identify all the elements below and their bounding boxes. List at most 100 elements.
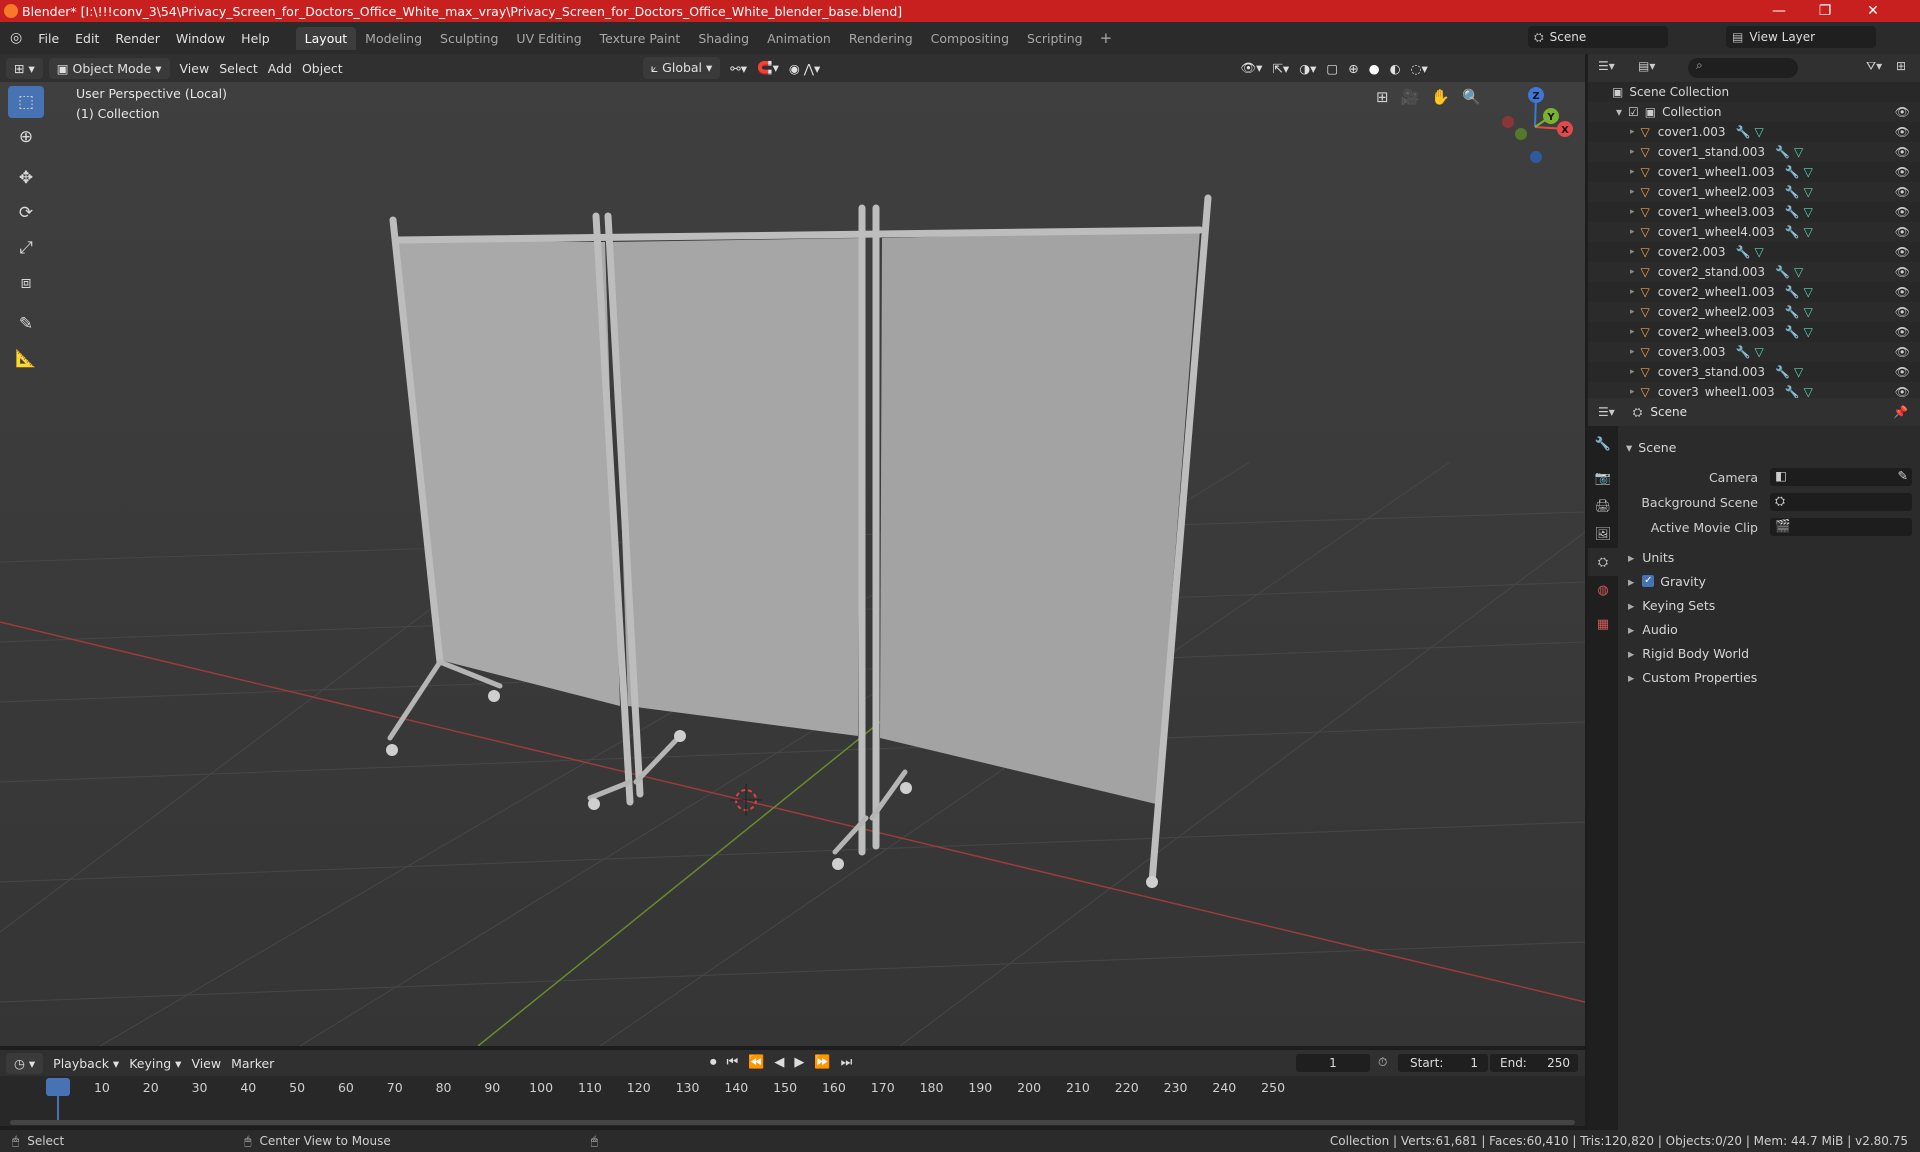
visibility-eye-icon[interactable]: 👁	[1895, 125, 1910, 139]
modifier-wrench-icon[interactable]: 🔧	[1735, 245, 1750, 259]
scene-selector[interactable]: ⛭ Scene	[1528, 26, 1668, 48]
tab-world[interactable]: ◍	[1588, 576, 1618, 604]
tab-uv-editing[interactable]: UV Editing	[507, 27, 590, 50]
display-mode-icon[interactable]: ▤▾	[1638, 59, 1655, 73]
modifier-wrench-icon[interactable]: 🔧	[1785, 225, 1800, 239]
outliner-row-object[interactable]: ▸ ▽ cover1_wheel2.003 🔧 ▽ 👁	[1588, 182, 1920, 202]
expand-arrow-icon[interactable]: ▸	[1630, 307, 1635, 317]
menu-marker[interactable]: Marker	[231, 1056, 274, 1071]
expand-arrow-icon[interactable]: ▸	[1630, 247, 1635, 257]
menu-render[interactable]: Render	[107, 31, 168, 46]
tab-shading[interactable]: Shading	[689, 27, 758, 50]
outliner-row-object[interactable]: ▸ ▽ cover2_wheel1.003 🔧 ▽ 👁	[1588, 282, 1920, 302]
checkbox-icon[interactable]: ☑	[1628, 105, 1639, 119]
outliner-row-object[interactable]: ▸ ▽ cover1_wheel4.003 🔧 ▽ 👁	[1588, 222, 1920, 242]
camera-view-icon[interactable]: 🎥	[1401, 88, 1420, 106]
close-button[interactable]: ✕	[1850, 0, 1896, 22]
menu-timeline-view[interactable]: View	[191, 1056, 221, 1071]
transform-tool[interactable]: ⧈	[8, 267, 44, 299]
visibility-eye-icon[interactable]: 👁	[1895, 265, 1910, 279]
custom-properties-panel[interactable]: ▸ Custom Properties	[1618, 666, 1920, 688]
outliner-row-object[interactable]: ▸ ▽ cover2_wheel2.003 🔧 ▽ 👁	[1588, 302, 1920, 322]
transform-orientation-selector[interactable]: ⟀ Global ▾	[642, 57, 721, 79]
modifier-wrench-icon[interactable]: 🔧	[1785, 325, 1800, 339]
xray-icon[interactable]: ▢	[1326, 61, 1338, 76]
mesh-data-icon[interactable]: ▽	[1804, 225, 1813, 239]
expand-arrow-icon[interactable]: ▾	[1616, 105, 1622, 119]
select-box-tool[interactable]: ⬚	[8, 86, 44, 118]
3d-viewport[interactable]: Z X Y User Perspective (Local) (1) Colle…	[0, 82, 1585, 1046]
start-frame-field[interactable]: Start: 1	[1398, 1054, 1488, 1072]
outliner-row-object[interactable]: ▸ ▽ cover3_wheel1.003 🔧 ▽ 👁	[1588, 382, 1920, 398]
gizmo-toggle-icon[interactable]: ⇱▾	[1272, 61, 1289, 76]
tab-render[interactable]: 📷	[1588, 464, 1618, 492]
mesh-data-icon[interactable]: ▽	[1804, 185, 1813, 199]
menu-help[interactable]: Help	[233, 31, 278, 46]
shading-rendered-icon[interactable]: ◌▾	[1411, 61, 1428, 76]
mesh-data-icon[interactable]: ▽	[1804, 285, 1813, 299]
grid-view-icon[interactable]: ⊞	[1376, 88, 1389, 106]
menu-add[interactable]: Add	[268, 61, 292, 76]
expand-arrow-icon[interactable]: ▸	[1630, 387, 1635, 397]
modifier-wrench-icon[interactable]: 🔧	[1785, 285, 1800, 299]
outliner-row-object[interactable]: ▸ ▽ cover2_stand.003 🔧 ▽ 👁	[1588, 262, 1920, 282]
filter-icon[interactable]: ⛛▾	[1866, 59, 1882, 74]
modifier-wrench-icon[interactable]: 🔧	[1785, 185, 1800, 199]
visibility-eye-icon[interactable]: 👁	[1895, 365, 1910, 379]
mesh-data-icon[interactable]: ▽	[1804, 305, 1813, 319]
expand-arrow-icon[interactable]: ▸	[1630, 207, 1635, 217]
outliner-row-object[interactable]: ▸ ▽ cover1.003 🔧 ▽ 👁	[1588, 122, 1920, 142]
outliner-row-scene-collection[interactable]: ▣ Scene Collection	[1588, 82, 1920, 102]
expand-arrow-icon[interactable]: ▸	[1630, 227, 1635, 237]
menu-file[interactable]: File	[30, 31, 67, 46]
properties-editor-type-icon[interactable]: ☰▾	[1598, 405, 1615, 419]
record-icon[interactable]: ⏺	[710, 1055, 717, 1070]
menu-playback[interactable]: Playback ▾	[53, 1056, 119, 1071]
mesh-data-icon[interactable]: ▽	[1804, 205, 1813, 219]
outliner-row-object[interactable]: ▸ ▽ cover3.003 🔧 ▽ 👁	[1588, 342, 1920, 362]
visibility-eye-icon[interactable]: 👁	[1895, 205, 1910, 219]
outliner-row-object[interactable]: ▸ ▽ cover2.003 🔧 ▽ 👁	[1588, 242, 1920, 262]
current-frame-field[interactable]: 1	[1296, 1054, 1370, 1072]
cursor-tool[interactable]: ⊕	[8, 121, 44, 153]
visibility-eye-icon[interactable]: 👁	[1895, 245, 1910, 259]
mesh-data-icon[interactable]: ▽	[1754, 245, 1763, 259]
modifier-wrench-icon[interactable]: 🔧	[1775, 365, 1790, 379]
outliner-search-input[interactable]: ⌕	[1688, 58, 1798, 78]
blender-menu-icon[interactable]: ◎	[10, 30, 22, 46]
menu-keying[interactable]: Keying ▾	[129, 1056, 181, 1071]
expand-arrow-icon[interactable]: ▸	[1630, 267, 1635, 277]
editor-type-button[interactable]: ⊞ ▾	[6, 57, 43, 79]
expand-arrow-icon[interactable]: ▸	[1630, 147, 1635, 157]
visibility-eye-icon[interactable]: 👁	[1895, 325, 1910, 339]
outliner-row-object[interactable]: ▸ ▽ cover1_wheel3.003 🔧 ▽ 👁	[1588, 202, 1920, 222]
tab-texture[interactable]: ▦	[1588, 610, 1618, 638]
shading-material-icon[interactable]: ◐	[1390, 61, 1401, 76]
expand-arrow-icon[interactable]: ▸	[1630, 167, 1635, 177]
snap-icon[interactable]: 🧲▾	[757, 60, 779, 76]
outliner-row-object[interactable]: ▸ ▽ cover2_wheel3.003 🔧 ▽ 👁	[1588, 322, 1920, 342]
tab-texture-paint[interactable]: Texture Paint	[591, 27, 690, 50]
mesh-data-icon[interactable]: ▽	[1794, 265, 1803, 279]
outliner-row-object[interactable]: ▸ ▽ cover3_stand.003 🔧 ▽ 👁	[1588, 362, 1920, 382]
visibility-eye-icon[interactable]: 👁	[1895, 145, 1910, 159]
timeline[interactable]: 1102030405060708090100110120130140150160…	[0, 1076, 1585, 1126]
eyedropper-icon[interactable]: ✎	[1898, 468, 1908, 483]
visibility-eye-icon[interactable]: 👁	[1895, 345, 1910, 359]
audio-panel[interactable]: ▸ Audio	[1618, 618, 1920, 640]
camera-field[interactable]: ◧ ✎	[1770, 468, 1912, 486]
annotate-tool[interactable]: ✎	[8, 308, 44, 340]
tab-scripting[interactable]: Scripting	[1018, 27, 1092, 50]
keying-sets-panel[interactable]: ▸ Keying Sets	[1618, 594, 1920, 616]
mesh-data-icon[interactable]: ▽	[1754, 125, 1763, 139]
visibility-eye-icon[interactable]: 👁	[1895, 185, 1910, 199]
tab-modeling[interactable]: Modeling	[356, 27, 431, 50]
background-scene-field[interactable]: ⛭	[1770, 493, 1912, 511]
gravity-panel[interactable]: ▸ ✓ Gravity	[1618, 570, 1920, 592]
menu-view[interactable]: View	[180, 61, 210, 76]
mesh-data-icon[interactable]: ▽	[1754, 345, 1763, 359]
mesh-data-icon[interactable]: ▽	[1804, 385, 1813, 398]
next-keyframe-icon[interactable]: ⏩	[814, 1055, 830, 1070]
add-workspace-icon[interactable]: +	[1100, 29, 1113, 47]
jump-start-icon[interactable]: ⏮	[727, 1055, 739, 1070]
